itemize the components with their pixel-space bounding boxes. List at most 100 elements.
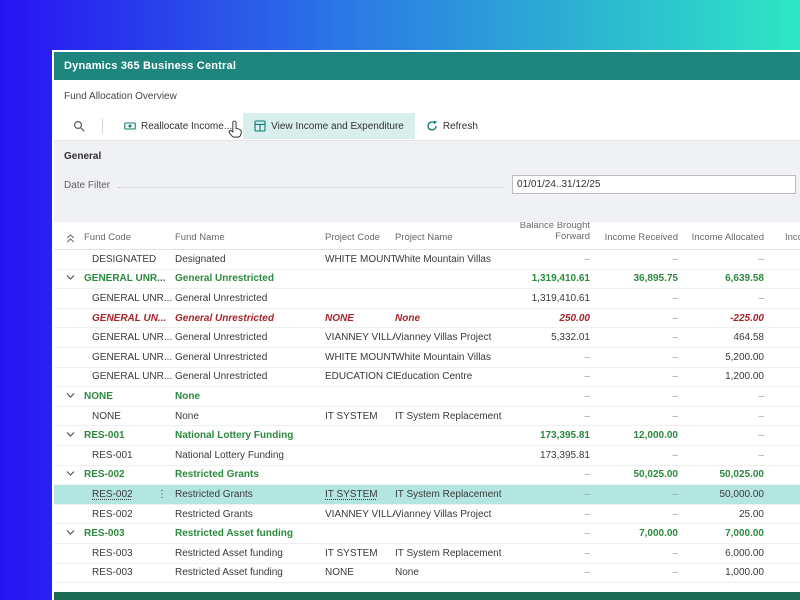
fund-code: RES-003 — [92, 547, 133, 559]
income-allocated-value: 1,200.00 — [725, 371, 764, 383]
balance-brought-forward-cell: – — [512, 489, 590, 500]
project-name-cell: None — [395, 567, 419, 579]
income-allocated-cell: 464.58 — [678, 332, 764, 343]
collapse-all-icon[interactable] — [66, 234, 84, 243]
project-code-cell: IT SYSTEM — [325, 411, 395, 422]
fund-code-cell: GENERAL UNR... — [84, 293, 175, 304]
chevron-down-icon[interactable] — [66, 431, 75, 438]
fund-name-cell: General Unrestricted — [175, 371, 268, 383]
income-received-value: 12,000.00 — [633, 430, 679, 442]
income-allocated-value: 5,200.00 — [725, 351, 764, 363]
fund-table: Fund Code Fund Name Project Code Project… — [54, 221, 800, 584]
income-received-cell: – — [590, 567, 678, 578]
column-header-income-received[interactable]: Income Received — [590, 232, 678, 243]
fund-code: RES-002 — [92, 488, 133, 500]
fund-name-cell: General Unrestricted — [175, 292, 268, 304]
date-filter-label: Date Filter — [64, 180, 111, 191]
project-name-cell: None — [395, 312, 420, 324]
column-header-clipped[interactable]: Inco — [764, 232, 800, 243]
income-received-value: 36,895.75 — [633, 273, 679, 285]
view-income-expenditure-button[interactable]: View Income and Expenditure — [243, 113, 415, 139]
fund-code-cell: RES-003 — [84, 528, 175, 539]
project-code-cell: IT SYSTEM — [325, 548, 395, 559]
table-row[interactable]: GENERAL UNR... General Unrestricted EDUCAT… — [54, 368, 800, 388]
balance-brought-forward-value: 173,395.81 — [539, 449, 590, 461]
balance-brought-forward-cell: 173,395.81 — [512, 430, 590, 441]
fund-code: DESIGNATED — [92, 253, 157, 265]
search-button[interactable] — [66, 113, 92, 139]
balance-brought-forward-cell: 1,319,410.61 — [512, 273, 590, 284]
chevron-down-icon[interactable] — [66, 470, 75, 477]
income-received-value: 50,025.00 — [633, 469, 679, 481]
fund-code: RES-002 — [92, 508, 133, 520]
balance-brought-forward-cell: 1,319,410.61 — [512, 293, 590, 304]
income-allocated-cell: 5,200.00 — [678, 352, 764, 363]
income-expenditure-icon — [254, 120, 266, 132]
table-row[interactable]: RES-003 Restricted Asset funding – 7,000.00… — [54, 524, 800, 544]
project-code: VIANNEY VILLAS ... — [325, 332, 395, 344]
reallocate-income-button[interactable]: Reallocate Income... — [113, 113, 243, 139]
project-code: VIANNEY VILLAS ... — [325, 508, 395, 520]
income-allocated-cell: – — [678, 411, 764, 422]
column-header-fund-name[interactable]: Fund Name — [175, 232, 325, 243]
fund-code-cell: RES-001 — [84, 450, 175, 461]
column-header-project-code[interactable]: Project Code — [325, 232, 395, 243]
search-icon — [73, 120, 86, 133]
income-allocated-cell: 7,000.00 — [678, 528, 764, 539]
table-row[interactable]: GENERAL UNR... General Unrestricted VIANNE… — [54, 328, 800, 348]
income-allocated-value: 1,000.00 — [725, 567, 764, 579]
table-row[interactable]: GENERAL UNR... General Unrestricted 1,319,… — [54, 270, 800, 290]
project-code: WHITE MOUNTAI... — [325, 253, 395, 265]
table-row[interactable]: GENERAL UNR... General Unrestricted WHITE … — [54, 348, 800, 368]
table-row[interactable]: GENERAL UNR... General Unrestricted 1,319,… — [54, 289, 800, 309]
chevron-down-icon[interactable] — [66, 274, 75, 281]
fund-code-cell: GENERAL UNR... — [84, 332, 175, 343]
general-section: General Date Filter — [54, 141, 800, 222]
fund-code-cell: GENERAL UNR... — [84, 352, 175, 363]
row-chevron-cell — [66, 273, 84, 284]
column-header-income-allocated[interactable]: Income Allocated — [678, 232, 764, 243]
table-row[interactable]: RES-002 ⋮ Restricted Grants IT SYSTEM IT Sys… — [54, 485, 800, 505]
income-allocated-cell: 6,639.58 — [678, 273, 764, 284]
income-received-cell: – — [590, 548, 678, 559]
column-header-project-name[interactable]: Project Name — [395, 232, 512, 243]
general-section-title: General — [64, 151, 102, 162]
balance-brought-forward-cell: – — [512, 254, 590, 265]
income-allocated-cell: 25.00 — [678, 509, 764, 520]
view-income-expenditure-label: View Income and Expenditure — [271, 120, 404, 132]
table-row[interactable]: GENERAL UN... General Unrestricted NONE Non… — [54, 309, 800, 329]
table-row[interactable]: NONE None – – – — [54, 387, 800, 407]
fund-code: NONE — [92, 410, 121, 422]
income-allocated-value: – — [758, 430, 764, 442]
fund-code: RES-001 — [92, 449, 133, 461]
chevron-down-icon[interactable] — [66, 529, 75, 536]
column-header-fund-code[interactable]: Fund Code — [84, 232, 175, 243]
fund-name-cell: None — [175, 410, 199, 422]
table-row[interactable]: RES-003 Restricted Asset funding IT SYSTEM… — [54, 544, 800, 564]
income-allocated-value: 6,639.58 — [725, 273, 764, 285]
balance-brought-forward-cell: – — [512, 567, 590, 578]
project-code-cell: WHITE MOUNTAI... — [325, 254, 395, 265]
table-row[interactable]: NONE None IT SYSTEM IT System Replacement – –… — [54, 407, 800, 427]
income-allocated-value: 464.58 — [733, 332, 764, 344]
column-header-balance-brought-forward[interactable]: Balance Brought Forward — [512, 221, 590, 243]
date-filter-input[interactable] — [512, 175, 796, 194]
table-row[interactable]: RES-002 Restricted Grants – 50,025.00 50,025… — [54, 466, 800, 486]
table-row[interactable]: RES-001 National Lottery Funding 173,395.8… — [54, 446, 800, 466]
table-row[interactable]: DESIGNATED Designated WHITE MOUNTAI...Whit… — [54, 250, 800, 270]
fund-code-cell: RES-002 — [84, 509, 175, 520]
income-allocated-cell: 1,000.00 — [678, 567, 764, 578]
fund-code-cell: DESIGNATED — [84, 254, 175, 265]
table-row[interactable]: RES-002 Restricted Grants VIANNEY VILLAS .… — [54, 505, 800, 525]
project-code-cell: NONE — [325, 313, 395, 324]
row-menu-icon[interactable]: ⋮ — [157, 489, 167, 500]
table-row[interactable]: RES-001 National Lottery Funding 173,395.8… — [54, 426, 800, 446]
fund-code: GENERAL UN... — [92, 312, 167, 324]
fund-code-cell: RES-002 — [84, 469, 175, 480]
row-chevron-cell — [66, 528, 84, 539]
refresh-button[interactable]: Refresh — [415, 113, 489, 139]
table-row[interactable]: RES-003 Restricted Asset funding NONE None –… — [54, 564, 800, 584]
fund-code: GENERAL UNR... — [84, 273, 166, 285]
project-name-cell: White Mountain Villas — [395, 351, 491, 363]
chevron-down-icon[interactable] — [66, 392, 75, 399]
